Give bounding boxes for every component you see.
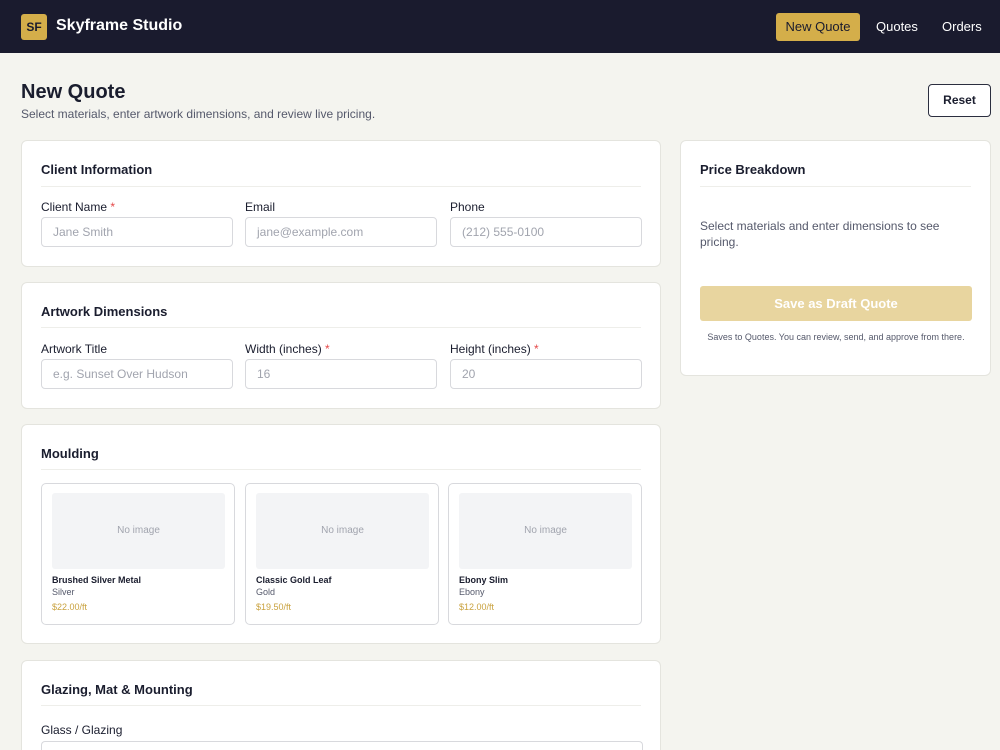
email-label: Email [245,200,276,214]
page-title: New Quote [21,81,126,103]
moulding-price: $19.50/ft [256,602,292,612]
card-title: Client Information [41,162,153,177]
height-label: Height (inches) * [450,342,539,356]
required-mark: * [325,342,330,356]
save-draft-button[interactable]: Save as Draft Quote [700,286,972,321]
moulding-name: Classic Gold Leaf [256,575,332,585]
moulding-name: Ebony Slim [459,575,509,585]
moulding-finish: Gold [256,587,276,597]
required-mark: * [534,342,539,356]
top-nav-bar: SF Skyframe Studio New Quote Quotes Orde… [0,0,1000,53]
nav-quotes[interactable]: Quotes [876,13,918,41]
card-title: Glazing, Mat & Mounting [41,682,193,697]
moulding-option-classic-gold[interactable]: No image Classic Gold Leaf Gold $19.50/f… [245,483,439,625]
divider [700,186,971,187]
nav-orders[interactable]: Orders [942,13,982,41]
price-breakdown-card: Price Breakdown Select materials and ent… [680,140,991,376]
reset-button[interactable]: Reset [928,84,991,117]
divider [41,186,641,187]
moulding-option-ebony-slim[interactable]: No image Ebony Slim Ebony $12.00/ft [448,483,642,625]
moulding-card: Moulding No image Brushed Silver Metal S… [21,424,661,644]
width-input[interactable]: 16 [245,359,437,389]
page-subtitle: Select materials, enter artwork dimensio… [21,107,376,121]
save-note: Saves to Quotes. You can review, send, a… [707,332,965,342]
card-title: Moulding [41,446,99,461]
client-name-input[interactable]: Jane Smith [41,217,233,247]
phone-input[interactable]: (212) 555-0100 [450,217,642,247]
moulding-option-brushed-silver[interactable]: No image Brushed Silver Metal Silver $22… [41,483,235,625]
moulding-finish: Silver [52,587,75,597]
client-info-card: Client Information Client Name * Jane Sm… [21,140,661,267]
glazing-card: Glazing, Mat & Mounting Glass / Glazing [21,660,661,750]
moulding-name: Brushed Silver Metal [52,575,142,585]
brand-name[interactable]: Skyframe Studio [56,16,182,36]
brand-logo: SF [21,14,47,40]
moulding-price: $22.00/ft [52,602,88,612]
height-input[interactable]: 20 [450,359,642,389]
image-placeholder: No image [256,493,429,569]
image-placeholder: No image [52,493,225,569]
glass-label: Glass / Glazing [41,723,123,737]
divider [41,705,641,706]
required-mark: * [110,200,116,214]
artwork-dimensions-card: Artwork Dimensions Artwork Title e.g. Su… [21,282,661,409]
client-name-label: Client Name * [41,200,116,214]
phone-label: Phone [450,200,485,214]
email-input[interactable]: jane@example.com [245,217,437,247]
moulding-price: $12.00/ft [459,602,495,612]
card-title: Price Breakdown [700,162,806,177]
width-label: Width (inches) * [245,342,330,356]
artwork-title-input[interactable]: e.g. Sunset Over Hudson [41,359,233,389]
glass-select[interactable] [41,741,643,750]
image-placeholder: No image [459,493,632,569]
pricing-empty-state: Select materials and enter dimensions to… [700,219,940,249]
moulding-finish: Ebony [459,587,485,597]
artwork-title-label: Artwork Title [41,342,108,356]
card-title: Artwork Dimensions [41,304,168,319]
nav-new-quote[interactable]: New Quote [776,13,860,41]
divider [41,327,641,328]
divider [41,469,641,470]
